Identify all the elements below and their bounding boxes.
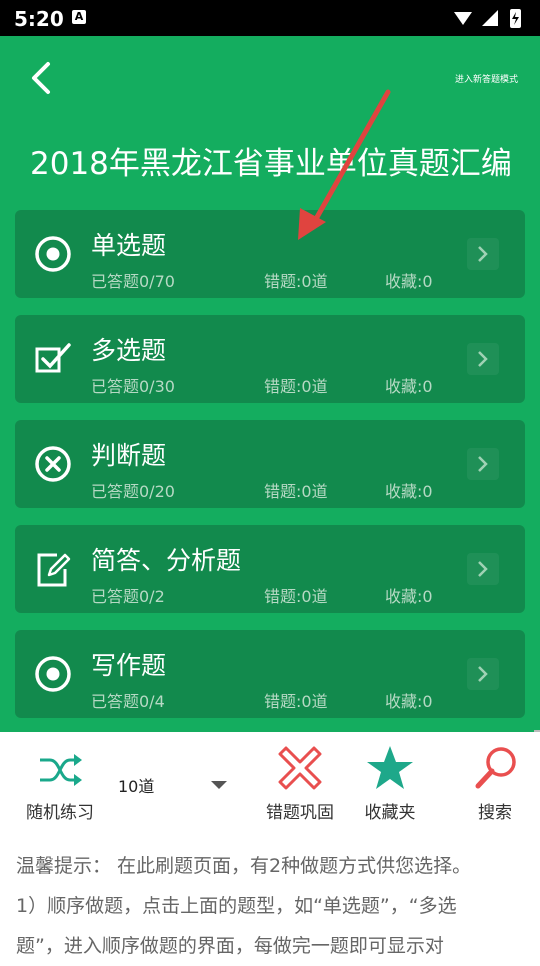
question-count-value: 10道 [118,777,155,796]
favorite-count: 收藏:0 [385,692,433,711]
status-time: 5:20 [14,7,64,31]
favorites-label: 收藏夹 [364,803,416,823]
category-name: 单选题 [91,231,167,260]
category-name: 写作题 [91,651,167,680]
category-card-writing[interactable]: 写作题 已答题0/4 错题:0道 收藏:0 [15,630,525,718]
wrong-count: 错题:0道 [264,587,328,606]
star-icon [367,746,413,789]
back-arrow-icon[interactable] [24,58,64,98]
category-card-multiple-choice[interactable]: 多选题 已答题0/30 错题:0道 收藏:0 [15,315,525,403]
notification-a-icon: A [72,10,86,24]
favorite-count: 收藏:0 [385,482,433,501]
random-practice-button[interactable]: 随机练习 [10,732,110,832]
category-name: 多选题 [91,336,167,365]
favorite-count: 收藏:0 [385,272,433,291]
bottom-toolbar: 随机练习 错题巩固 收藏夹 搜索 [0,732,540,832]
status-bar: 5:20 A [0,0,540,36]
system-status-icons [454,9,521,28]
random-practice-label: 随机练习 [26,803,94,823]
shuffle-icon [40,754,82,786]
search-button[interactable]: 搜索 [445,732,540,832]
wrong-count: 错题:0道 [264,482,328,501]
category-card-short-answer[interactable]: 简答、分析题 已答题0/2 错题:0道 收藏:0 [15,525,525,613]
category-card-true-false[interactable]: 判断题 已答题0/20 错题:0道 收藏:0 [15,420,525,508]
favorite-count: 收藏:0 [385,587,433,606]
chevron-right-icon [467,448,499,480]
wifi-icon [454,12,472,25]
answered-count: 已答题0/30 [91,377,175,396]
favorite-count: 收藏:0 [385,377,433,396]
answered-count: 已答题0/4 [91,692,165,711]
checkbox-check-icon [35,343,71,373]
tips-line: 题”，进入顺序做题的界面，每做完一题即可显示对 [16,935,444,957]
chevron-right-icon [467,658,499,690]
tips-line: 温馨提示： 在此刷题页面，有2种做题方式供您选择。 [16,855,472,877]
favorites-button[interactable]: 收藏夹 [340,732,440,832]
chevron-down-icon [211,781,227,789]
edit-pencil-icon [37,553,71,587]
chevron-right-icon [467,553,499,585]
category-name: 简答、分析题 [91,546,242,575]
question-count-dropdown[interactable]: 10道 [110,770,235,800]
search-label: 搜索 [478,803,512,823]
wrong-review-label: 错题巩固 [266,803,334,823]
category-name: 判断题 [91,441,167,470]
circle-x-icon [35,446,71,482]
page-title: 2018年黑龙江省事业单位真题汇编 [30,146,512,182]
answered-count: 已答题0/20 [91,482,175,501]
tips-line: 1）顺序做题，点击上面的题型，如“单选题”，“多选 [16,895,457,917]
wrong-count: 错题:0道 [264,692,328,711]
answered-count: 已答题0/70 [91,272,175,291]
wrong-count: 错题:0道 [264,272,328,291]
radio-target-icon [35,236,71,272]
category-card-single-choice[interactable]: 单选题 已答题0/70 错题:0道 收藏:0 [15,210,525,298]
tips-text: 温馨提示： 在此刷题页面，有2种做题方式供您选择。 1）顺序做题，点击上面的题型… [16,846,526,966]
signal-icon [482,10,498,26]
search-icon [475,747,516,789]
wrong-count: 错题:0道 [264,377,328,396]
wrong-x-icon [278,746,322,790]
new-answer-mode-link[interactable]: 进入新答题模式 [455,72,518,85]
answered-count: 已答题0/2 [91,587,165,606]
chevron-right-icon [467,343,499,375]
wrong-review-button[interactable]: 错题巩固 [250,732,350,832]
chevron-right-icon [467,238,499,270]
radio-target-icon [35,656,71,692]
